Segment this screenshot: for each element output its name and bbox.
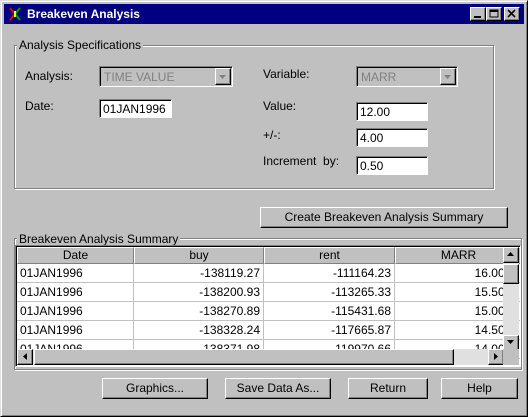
date-label: Date:	[25, 99, 54, 113]
cell-buy: -138328.24	[134, 321, 264, 339]
breakeven-window: Breakeven Analysis Analysis Specificatio…	[0, 0, 528, 417]
table-row[interactable]: 01JAN1996 -138200.93 -113265.33 15.5000	[17, 283, 520, 302]
arrow-right-icon	[494, 353, 498, 360]
close-button[interactable]	[504, 7, 520, 21]
horizontal-scrollbar[interactable]	[17, 349, 504, 365]
analysis-specifications-legend: Analysis Specifications	[17, 38, 144, 52]
scroll-thumb[interactable]	[503, 264, 519, 284]
cell-date: 01JAN1996	[17, 283, 134, 301]
minimize-icon	[474, 16, 481, 18]
table-rows: 01JAN1996 -138119.27 -111164.23 16.0000 …	[17, 264, 520, 359]
chevron-down-icon	[219, 75, 226, 79]
scroll-up-button[interactable]	[503, 247, 519, 263]
analysis-value: TIME VALUE	[104, 70, 175, 84]
plusminus-label: +/-:	[263, 128, 281, 142]
save-data-as-button[interactable]: Save Data As...	[225, 378, 331, 399]
analysis-label: Analysis:	[25, 69, 74, 83]
arrow-up-icon	[507, 252, 514, 256]
horizontal-scroll-thumb[interactable]	[34, 349, 454, 365]
table-row[interactable]: 01JAN1996 -138328.24 -117665.87 14.5000	[17, 321, 520, 340]
arrow-left-icon	[23, 353, 27, 360]
cell-rent: -115431.68	[264, 302, 395, 320]
scroll-left-button[interactable]	[17, 349, 33, 365]
summary-legend: Breakeven Analysis Summary	[17, 232, 181, 246]
analysis-combo[interactable]: TIME VALUE	[99, 66, 233, 87]
create-summary-button[interactable]: Create Breakeven Analysis Summary	[260, 207, 508, 228]
column-header-rent[interactable]: rent	[264, 247, 395, 264]
cell-rent: -117665.87	[264, 321, 395, 339]
increment-field[interactable]: 0.50	[356, 156, 428, 175]
arrow-down-icon	[507, 340, 514, 344]
cell-date: 01JAN1996	[17, 302, 134, 320]
scroll-corner	[503, 349, 519, 365]
variable-label: Variable:	[263, 67, 310, 81]
chevron-down-icon	[444, 75, 451, 79]
cell-buy: -138200.93	[134, 283, 264, 301]
cell-buy: -138270.89	[134, 302, 264, 320]
variable-value: MARR	[361, 70, 397, 84]
variable-combo[interactable]: MARR	[356, 66, 458, 87]
table-header: Date buy rent MARR	[17, 247, 520, 264]
minimize-button[interactable]	[470, 7, 486, 21]
variable-dropdown-button[interactable]	[440, 68, 456, 85]
value-field[interactable]: 12.00	[356, 102, 428, 121]
maximize-icon	[489, 9, 499, 18]
app-icon[interactable]	[7, 6, 23, 22]
cell-rent: -113265.33	[264, 283, 395, 301]
column-header-buy[interactable]: buy	[134, 247, 264, 264]
window-title: Breakeven Analysis	[27, 7, 140, 21]
graphics-button[interactable]: Graphics...	[102, 378, 208, 399]
return-button[interactable]: Return	[348, 378, 428, 399]
table-row[interactable]: 01JAN1996 -138270.89 -115431.68 15.0000	[17, 302, 520, 321]
maximize-button[interactable]	[486, 7, 502, 21]
increment-label: Increment by:	[263, 154, 340, 168]
cell-date: 01JAN1996	[17, 321, 134, 339]
plusminus-field[interactable]: 4.00	[356, 128, 428, 147]
table-row[interactable]: 01JAN1996 -138119.27 -111164.23 16.0000	[17, 264, 520, 283]
help-button[interactable]: Help	[441, 378, 518, 399]
cell-buy: -138119.27	[134, 264, 264, 282]
close-icon	[507, 9, 516, 18]
title-bar[interactable]: Breakeven Analysis	[4, 4, 524, 24]
summary-table[interactable]: Date buy rent MARR 01JAN1996 -138119.27 …	[15, 245, 521, 367]
cell-rent: -111164.23	[264, 264, 395, 282]
cell-date: 01JAN1996	[17, 264, 134, 282]
vertical-scrollbar[interactable]	[503, 247, 519, 351]
column-header-date[interactable]: Date	[17, 247, 134, 264]
analysis-dropdown-button[interactable]	[215, 68, 231, 85]
scroll-right-button[interactable]	[488, 349, 504, 365]
value-label: Value:	[263, 99, 297, 113]
date-field[interactable]: 01JAN1996	[99, 99, 172, 118]
